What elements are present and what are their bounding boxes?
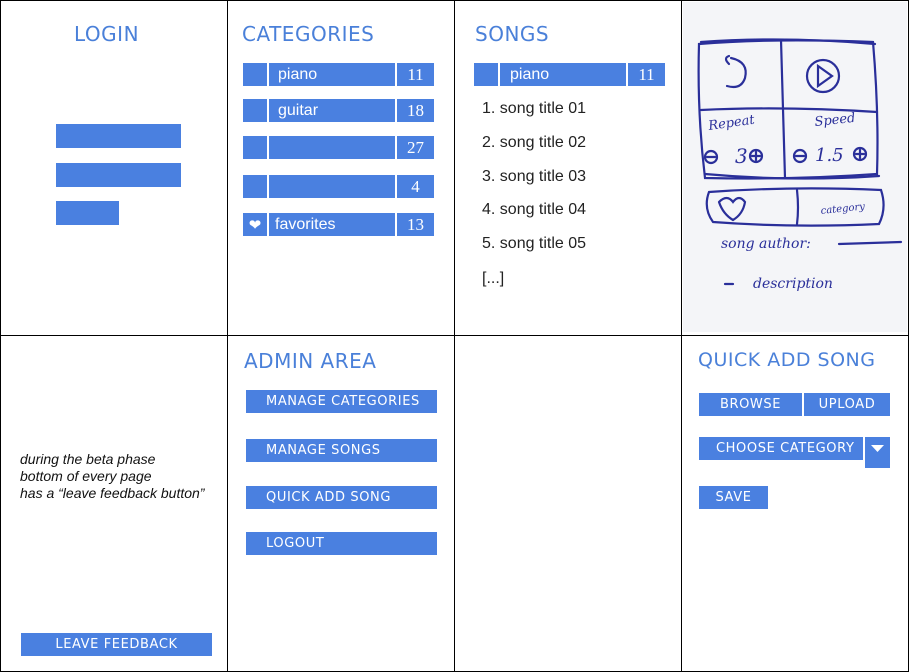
selected-category-bar[interactable]: piano 11	[474, 63, 665, 86]
category-icon-slot	[474, 63, 498, 86]
song-list-more: [...]	[482, 270, 505, 287]
login-button[interactable]	[56, 201, 119, 225]
category-row-guitar[interactable]: guitar 18	[243, 99, 434, 122]
upload-button[interactable]: UPLOAD	[804, 393, 890, 416]
category-label: piano	[269, 63, 395, 86]
categories-title: CATEGORIES	[242, 22, 375, 46]
songs-title: SONGS	[475, 22, 550, 46]
play-icon	[805, 58, 841, 94]
category-row-piano[interactable]: piano 11	[243, 63, 434, 86]
empty-panel	[454, 335, 682, 672]
category-count: 13	[397, 213, 434, 236]
feedback-panel	[0, 335, 228, 672]
note-line: has a “leave feedback button”	[20, 485, 205, 501]
login-title: LOGIN	[74, 22, 140, 46]
song-list-item[interactable]: 1. song title 01	[482, 100, 586, 118]
chevron-down-icon[interactable]	[865, 437, 890, 468]
category-count: 18	[397, 99, 434, 122]
category-label: guitar	[269, 99, 395, 122]
song-list-item[interactable]: 4. song title 04	[482, 201, 586, 219]
browse-button[interactable]: BROWSE	[699, 393, 802, 416]
admin-title: ADMIN AREA	[244, 349, 377, 373]
manage-songs-button[interactable]: MANAGE SONGS	[246, 439, 437, 462]
choose-category-select[interactable]: CHOOSE CATEGORY	[699, 437, 863, 460]
speed-value: 1.5	[815, 145, 844, 166]
song-list-item[interactable]: 5. song title 05	[482, 235, 586, 253]
category-icon-slot	[243, 99, 267, 122]
category-icon-slot	[243, 63, 267, 86]
repeat-value: 3	[735, 144, 748, 168]
song-list-item[interactable]: 3. song title 03	[482, 168, 586, 186]
manage-categories-button[interactable]: MANAGE CATEGORIES	[246, 390, 437, 413]
speed-label: Speed	[814, 111, 856, 130]
repeat-icon	[724, 54, 747, 89]
selected-category-count: 11	[628, 63, 665, 86]
heart-sketch-icon	[717, 196, 747, 222]
quick-add-title: QUICK ADD SONG	[698, 349, 876, 371]
category-count: 4	[397, 175, 434, 198]
logout-button[interactable]: LOGOUT	[246, 532, 437, 555]
category-icon-slot	[243, 136, 267, 159]
category-count: 11	[397, 63, 434, 86]
description-sketch-label: description	[753, 276, 833, 292]
category-count: 27	[397, 136, 434, 159]
category-row-3[interactable]: 27	[243, 136, 434, 159]
repeat-label: Repeat	[706, 113, 756, 135]
category-row-favorites[interactable]: ❤ favorites 13	[243, 213, 434, 236]
category-row-4[interactable]: 4	[243, 175, 434, 198]
selected-category-label: piano	[500, 63, 626, 86]
player-sketch-image: Repeat Speed 3 1.5 category song author:…	[683, 2, 907, 332]
heart-icon: ❤	[243, 213, 267, 236]
author-sketch-label: song author:	[721, 236, 811, 252]
note-line: during the beta phase	[20, 451, 156, 467]
save-button[interactable]: SAVE	[699, 486, 768, 509]
category-label: favorites	[269, 213, 395, 236]
beta-feedback-note: during the beta phase bottom of every pa…	[20, 451, 220, 502]
category-label	[269, 175, 395, 198]
chevron-down-icon-graphic	[871, 445, 884, 452]
note-line: bottom of every page	[20, 468, 152, 484]
category-label	[269, 136, 395, 159]
username-field[interactable]	[56, 124, 181, 148]
player-sketch-drawing: Repeat Speed 3 1.5 category song author:…	[697, 38, 903, 292]
password-field[interactable]	[56, 163, 181, 187]
quick-add-song-button[interactable]: QUICK ADD SONG	[246, 486, 437, 509]
song-list-item[interactable]: 2. song title 02	[482, 134, 586, 152]
category-sketch-label: category	[820, 201, 866, 217]
category-icon-slot	[243, 175, 267, 198]
categories-panel	[227, 0, 455, 336]
leave-feedback-button[interactable]: LEAVE FEEDBACK	[21, 633, 212, 656]
